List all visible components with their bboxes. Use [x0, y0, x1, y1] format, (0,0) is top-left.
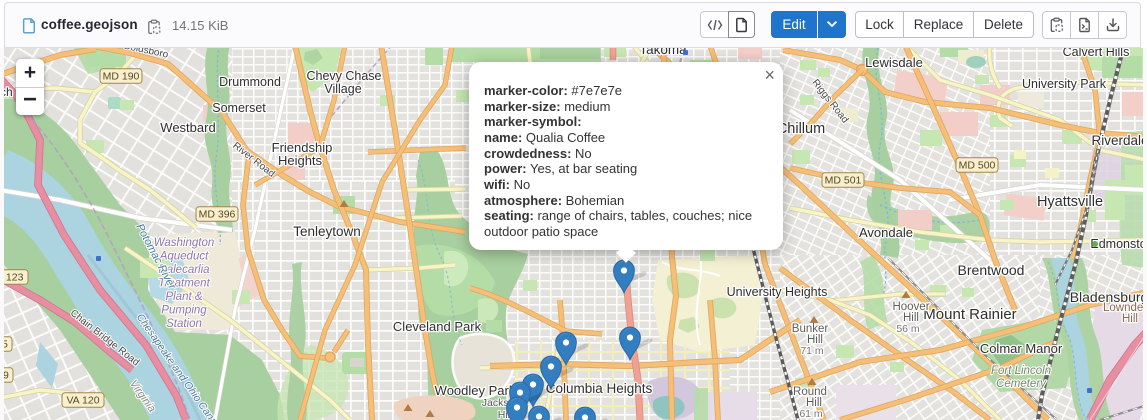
- svg-text:Hill: Hill: [1122, 313, 1138, 325]
- svg-text:Lewisdale: Lewisdale: [865, 55, 923, 70]
- svg-text:Cemetery: Cemetery: [996, 378, 1047, 390]
- svg-text:MD 501: MD 501: [825, 175, 862, 187]
- svg-text:Columbia Heights: Columbia Heights: [546, 381, 653, 396]
- svg-text:Heights: Heights: [278, 153, 323, 168]
- svg-text:Washington: Washington: [154, 237, 215, 249]
- svg-text:Pumping: Pumping: [161, 305, 207, 317]
- svg-text:Hyattsville: Hyattsville: [1037, 194, 1103, 210]
- svg-text:Mount Rainier: Mount Rainier: [923, 306, 1016, 323]
- svg-text:Fort Lincoln: Fort Lincoln: [991, 365, 1051, 377]
- svg-text:ch: ch: [4, 85, 13, 99]
- svg-text:MD 500: MD 500: [959, 160, 996, 172]
- svg-text:Takoma: Takoma: [639, 48, 687, 57]
- svg-text:Station: Station: [166, 318, 202, 330]
- svg-text:Riverdale: Riverdale: [1091, 133, 1143, 148]
- svg-text:05: 05: [4, 339, 8, 351]
- svg-text:Somerset: Somerset: [212, 101, 266, 115]
- svg-text:Edmonston: Edmonston: [1090, 237, 1143, 251]
- svg-text:University Park: University Park: [1022, 77, 1107, 91]
- svg-text:Tenleytown: Tenleytown: [293, 224, 361, 239]
- svg-text:Calvert Hills: Calvert Hills: [1063, 48, 1130, 59]
- svg-text:VA 120: VA 120: [66, 395, 99, 407]
- svg-text:Colmar Manor: Colmar Manor: [980, 341, 1063, 356]
- svg-text:Aqueduct: Aqueduct: [159, 251, 209, 263]
- svg-text:Brentwood: Brentwood: [958, 262, 1025, 278]
- svg-text:A 123: A 123: [4, 272, 24, 284]
- svg-text:Plant &: Plant &: [165, 291, 202, 303]
- svg-text:Westbard: Westbard: [160, 120, 215, 135]
- svg-text:71 m: 71 m: [800, 345, 824, 357]
- svg-text:MD 396: MD 396: [199, 209, 236, 221]
- svg-text:56 m: 56 m: [896, 323, 920, 335]
- svg-text:University Heights: University Heights: [727, 285, 828, 299]
- svg-text:Village: Village: [324, 82, 361, 96]
- svg-text:Chillum: Chillum: [777, 121, 825, 137]
- svg-text:Woodley Park: Woodley Park: [435, 383, 516, 398]
- svg-text:Avondale: Avondale: [859, 225, 913, 240]
- svg-text:39: 39: [4, 370, 9, 382]
- svg-text:Cleveland Park: Cleveland Park: [393, 319, 482, 334]
- svg-text:Chevy Chase: Chevy Chase: [306, 69, 381, 83]
- svg-text:61 m: 61 m: [799, 408, 823, 420]
- svg-text:MD 190: MD 190: [103, 71, 140, 83]
- svg-text:Drummond: Drummond: [219, 75, 281, 89]
